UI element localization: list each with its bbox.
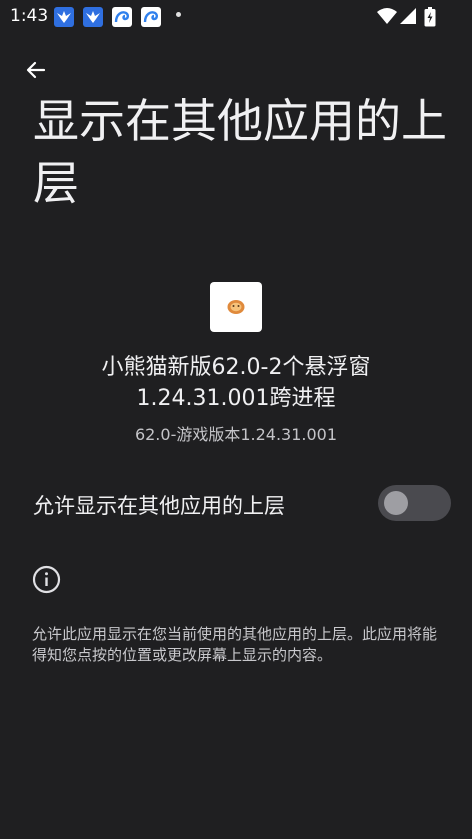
back-button[interactable] (20, 54, 52, 86)
back-arrow-icon (26, 61, 46, 79)
toggle-thumb (384, 491, 408, 515)
app-icon (210, 282, 262, 332)
screen: 1:43 显示在其他应用的上层 小熊猫新版62.0-2个悬浮窗 1.24.31.… (0, 0, 472, 839)
more-notifications-dot-icon (176, 12, 181, 17)
battery-icon (424, 7, 436, 31)
bird-notification-icon (54, 7, 74, 27)
app-name-line2: 1.24.31.001跨进程 (136, 386, 336, 411)
wave-notification-icon (112, 7, 132, 27)
app-name: 小熊猫新版62.0-2个悬浮窗 1.24.31.001跨进程 (40, 352, 432, 414)
wave-notification-icon (141, 7, 161, 27)
bird-notification-icon (83, 7, 103, 27)
info-icon (32, 565, 61, 594)
overlay-permission-toggle[interactable] (378, 485, 451, 521)
page-title: 显示在其他应用的上层 (33, 94, 447, 210)
status-time: 1:43 (10, 6, 49, 26)
overlay-permission-label: 允许显示在其他应用的上层 (33, 494, 285, 518)
signal-icon (399, 7, 417, 29)
permission-description: 允许此应用显示在您当前使用的其他应用的上层。此应用将能得知您点按的位置或更改屏幕… (32, 625, 438, 664)
wifi-icon (376, 7, 398, 29)
app-version: 62.0-游戏版本1.24.31.001 (134, 425, 338, 444)
overlay-permission-row[interactable]: 允许显示在其他应用的上层 (0, 470, 472, 534)
app-name-line1: 小熊猫新版62.0-2个悬浮窗 (101, 355, 371, 380)
status-bar: 1:43 (0, 0, 472, 32)
